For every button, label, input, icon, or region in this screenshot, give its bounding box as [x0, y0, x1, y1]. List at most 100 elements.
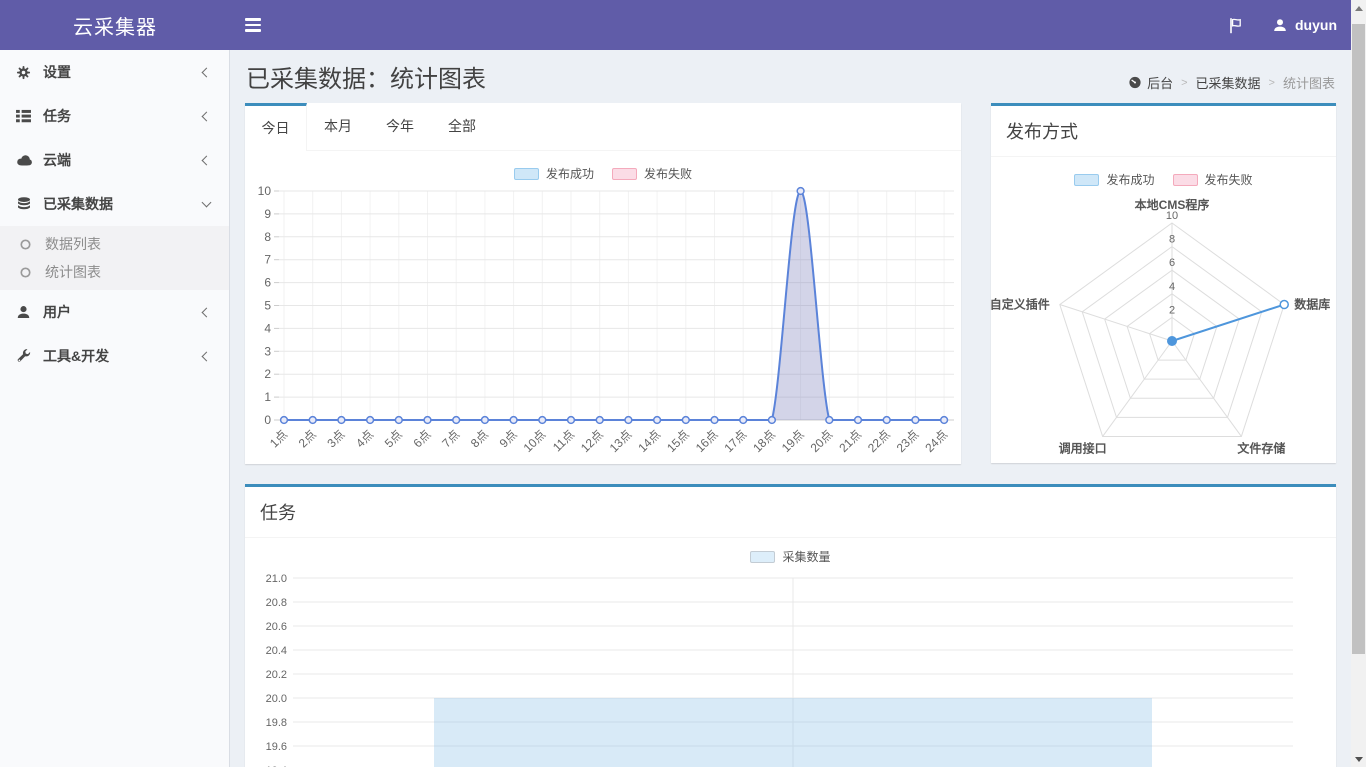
- collected-data-submenu: 数据列表 统计图表: [0, 226, 229, 290]
- breadcrumb-collected-data[interactable]: 已采集数据: [1196, 73, 1261, 92]
- scrollbar-up-arrow[interactable]: [1351, 0, 1366, 16]
- svg-text:5: 5: [264, 299, 271, 313]
- svg-text:14点: 14点: [635, 427, 663, 455]
- svg-text:20.8: 20.8: [266, 597, 287, 609]
- dashboard-gauge-icon: [1128, 76, 1142, 89]
- bar-chart: 21.020.820.620.420.220.019.819.619.4: [245, 567, 1336, 767]
- svg-text:20.6: 20.6: [266, 621, 287, 633]
- period-tabs: 今日 本月 今年 全部: [245, 103, 961, 151]
- svg-text:1: 1: [264, 390, 271, 404]
- svg-text:11点: 11点: [550, 427, 577, 454]
- radar-chart: 246810本地CMS程序数据库文件存储调用接口自定义插件: [991, 192, 1336, 472]
- radar-chart-legend: 发布成功 发布失败: [991, 171, 1336, 188]
- svg-text:自定义插件: 自定义插件: [991, 297, 1050, 312]
- svg-text:3点: 3点: [324, 427, 347, 450]
- svg-text:10: 10: [258, 184, 272, 198]
- svg-text:23点: 23点: [894, 427, 922, 455]
- svg-text:17点: 17点: [721, 427, 749, 455]
- page-title: 已采集数据：统计图表: [246, 59, 486, 94]
- line-chart-legend: 发布成功 发布失败: [245, 165, 961, 182]
- legend-item[interactable]: 采集数量: [750, 548, 830, 565]
- brand-logo[interactable]: 云采集器: [0, 0, 230, 50]
- sidebar-item-tasks[interactable]: 任务: [0, 94, 229, 138]
- breadcrumb: 后台 > 已采集数据 > 统计图表: [1128, 73, 1335, 92]
- svg-text:3: 3: [264, 344, 271, 358]
- svg-text:2: 2: [264, 367, 271, 381]
- svg-text:0: 0: [264, 413, 271, 427]
- svg-text:21点: 21点: [836, 427, 864, 455]
- svg-text:4点: 4点: [353, 427, 376, 450]
- legend-item[interactable]: 发布成功: [514, 165, 594, 182]
- tab-today[interactable]: 今日: [245, 103, 307, 151]
- breadcrumb-home[interactable]: 后台: [1128, 73, 1173, 92]
- svg-text:18点: 18点: [750, 427, 778, 455]
- scrollbar-down-arrow[interactable]: [1351, 751, 1366, 767]
- panel-title: 任务: [245, 487, 1336, 538]
- svg-text:2点: 2点: [296, 427, 319, 450]
- sidebar-toggle-button[interactable]: [230, 0, 276, 50]
- top-navbar: 云采集器 duyun: [0, 0, 1351, 50]
- svg-text:20.4: 20.4: [266, 645, 287, 657]
- svg-text:9点: 9点: [497, 427, 520, 450]
- svg-text:数据库: 数据库: [1294, 297, 1330, 312]
- svg-text:2: 2: [1169, 304, 1175, 316]
- wrench-icon: [15, 349, 32, 364]
- svg-text:7: 7: [264, 253, 271, 267]
- legend-item[interactable]: 发布失败: [1173, 171, 1253, 188]
- sidebar-item-tools-dev[interactable]: 工具&开发: [0, 334, 229, 378]
- svg-text:19点: 19点: [779, 427, 807, 455]
- svg-text:21.0: 21.0: [266, 573, 287, 585]
- chevron-down-icon: [202, 198, 212, 208]
- legend-item[interactable]: 发布失败: [612, 165, 692, 182]
- tab-this-year[interactable]: 今年: [369, 103, 431, 150]
- svg-text:5点: 5点: [382, 427, 405, 450]
- sidebar-item-users[interactable]: 用户: [0, 290, 229, 334]
- svg-text:13点: 13点: [607, 427, 635, 455]
- svg-text:22点: 22点: [865, 427, 893, 455]
- database-icon: [15, 197, 32, 212]
- tab-this-month[interactable]: 本月: [307, 103, 369, 150]
- cloud-icon: [15, 154, 32, 166]
- scrollbar-thumb[interactable]: [1352, 24, 1365, 654]
- legend-item[interactable]: 发布成功: [1074, 171, 1154, 188]
- panel-title: 发布方式: [991, 106, 1336, 157]
- tab-all[interactable]: 全部: [431, 103, 493, 150]
- sidebar-item-cloud[interactable]: 云端: [0, 138, 229, 182]
- user-icon: [15, 305, 32, 319]
- chevron-left-icon: [202, 307, 212, 317]
- breadcrumb-separator: >: [1181, 77, 1187, 89]
- chevron-left-icon: [202, 155, 212, 165]
- svg-text:12点: 12点: [578, 427, 606, 455]
- svg-text:20.0: 20.0: [266, 693, 287, 705]
- publish-stats-panel: 今日 本月 今年 全部 发布成功发布失败 0123456789101点2点3点4…: [245, 103, 961, 464]
- user-menu[interactable]: duyun: [1273, 17, 1337, 33]
- svg-text:文件存储: 文件存储: [1237, 440, 1285, 455]
- gear-icon: [15, 65, 32, 80]
- bar-chart-legend: 采集数量: [245, 548, 1336, 565]
- svg-text:8: 8: [1169, 234, 1175, 246]
- task-list-icon: [15, 109, 32, 123]
- svg-text:6: 6: [264, 276, 271, 290]
- navbar-right: duyun: [1228, 0, 1337, 50]
- tasks-panel: 任务 采集数量 21.020.820.620.420.220.019.819.6…: [245, 484, 1336, 767]
- sidebar-item-stats-charts[interactable]: 统计图表: [0, 258, 229, 286]
- svg-text:15点: 15点: [664, 427, 692, 455]
- svg-text:9: 9: [264, 207, 271, 221]
- svg-text:4: 4: [264, 321, 271, 335]
- sidebar-item-settings[interactable]: 设置: [0, 50, 229, 94]
- svg-text:8: 8: [264, 230, 271, 244]
- main-content: 已采集数据：统计图表 后台 > 已采集数据 > 统计图表 今日 本月 今年 全部…: [231, 50, 1351, 767]
- chevron-left-icon: [202, 67, 212, 77]
- svg-text:16点: 16点: [693, 427, 721, 455]
- svg-text:20.2: 20.2: [266, 669, 287, 681]
- breadcrumb-separator: >: [1269, 77, 1275, 89]
- flag-icon[interactable]: [1228, 17, 1243, 34]
- chevron-left-icon: [202, 351, 212, 361]
- svg-text:8点: 8点: [468, 427, 491, 450]
- hamburger-icon: [245, 18, 261, 21]
- svg-text:10点: 10点: [521, 427, 549, 455]
- svg-text:20点: 20点: [808, 427, 836, 455]
- sidebar-item-data-list[interactable]: 数据列表: [0, 230, 229, 258]
- sidebar-item-collected-data[interactable]: 已采集数据: [0, 182, 229, 226]
- chevron-left-icon: [202, 111, 212, 121]
